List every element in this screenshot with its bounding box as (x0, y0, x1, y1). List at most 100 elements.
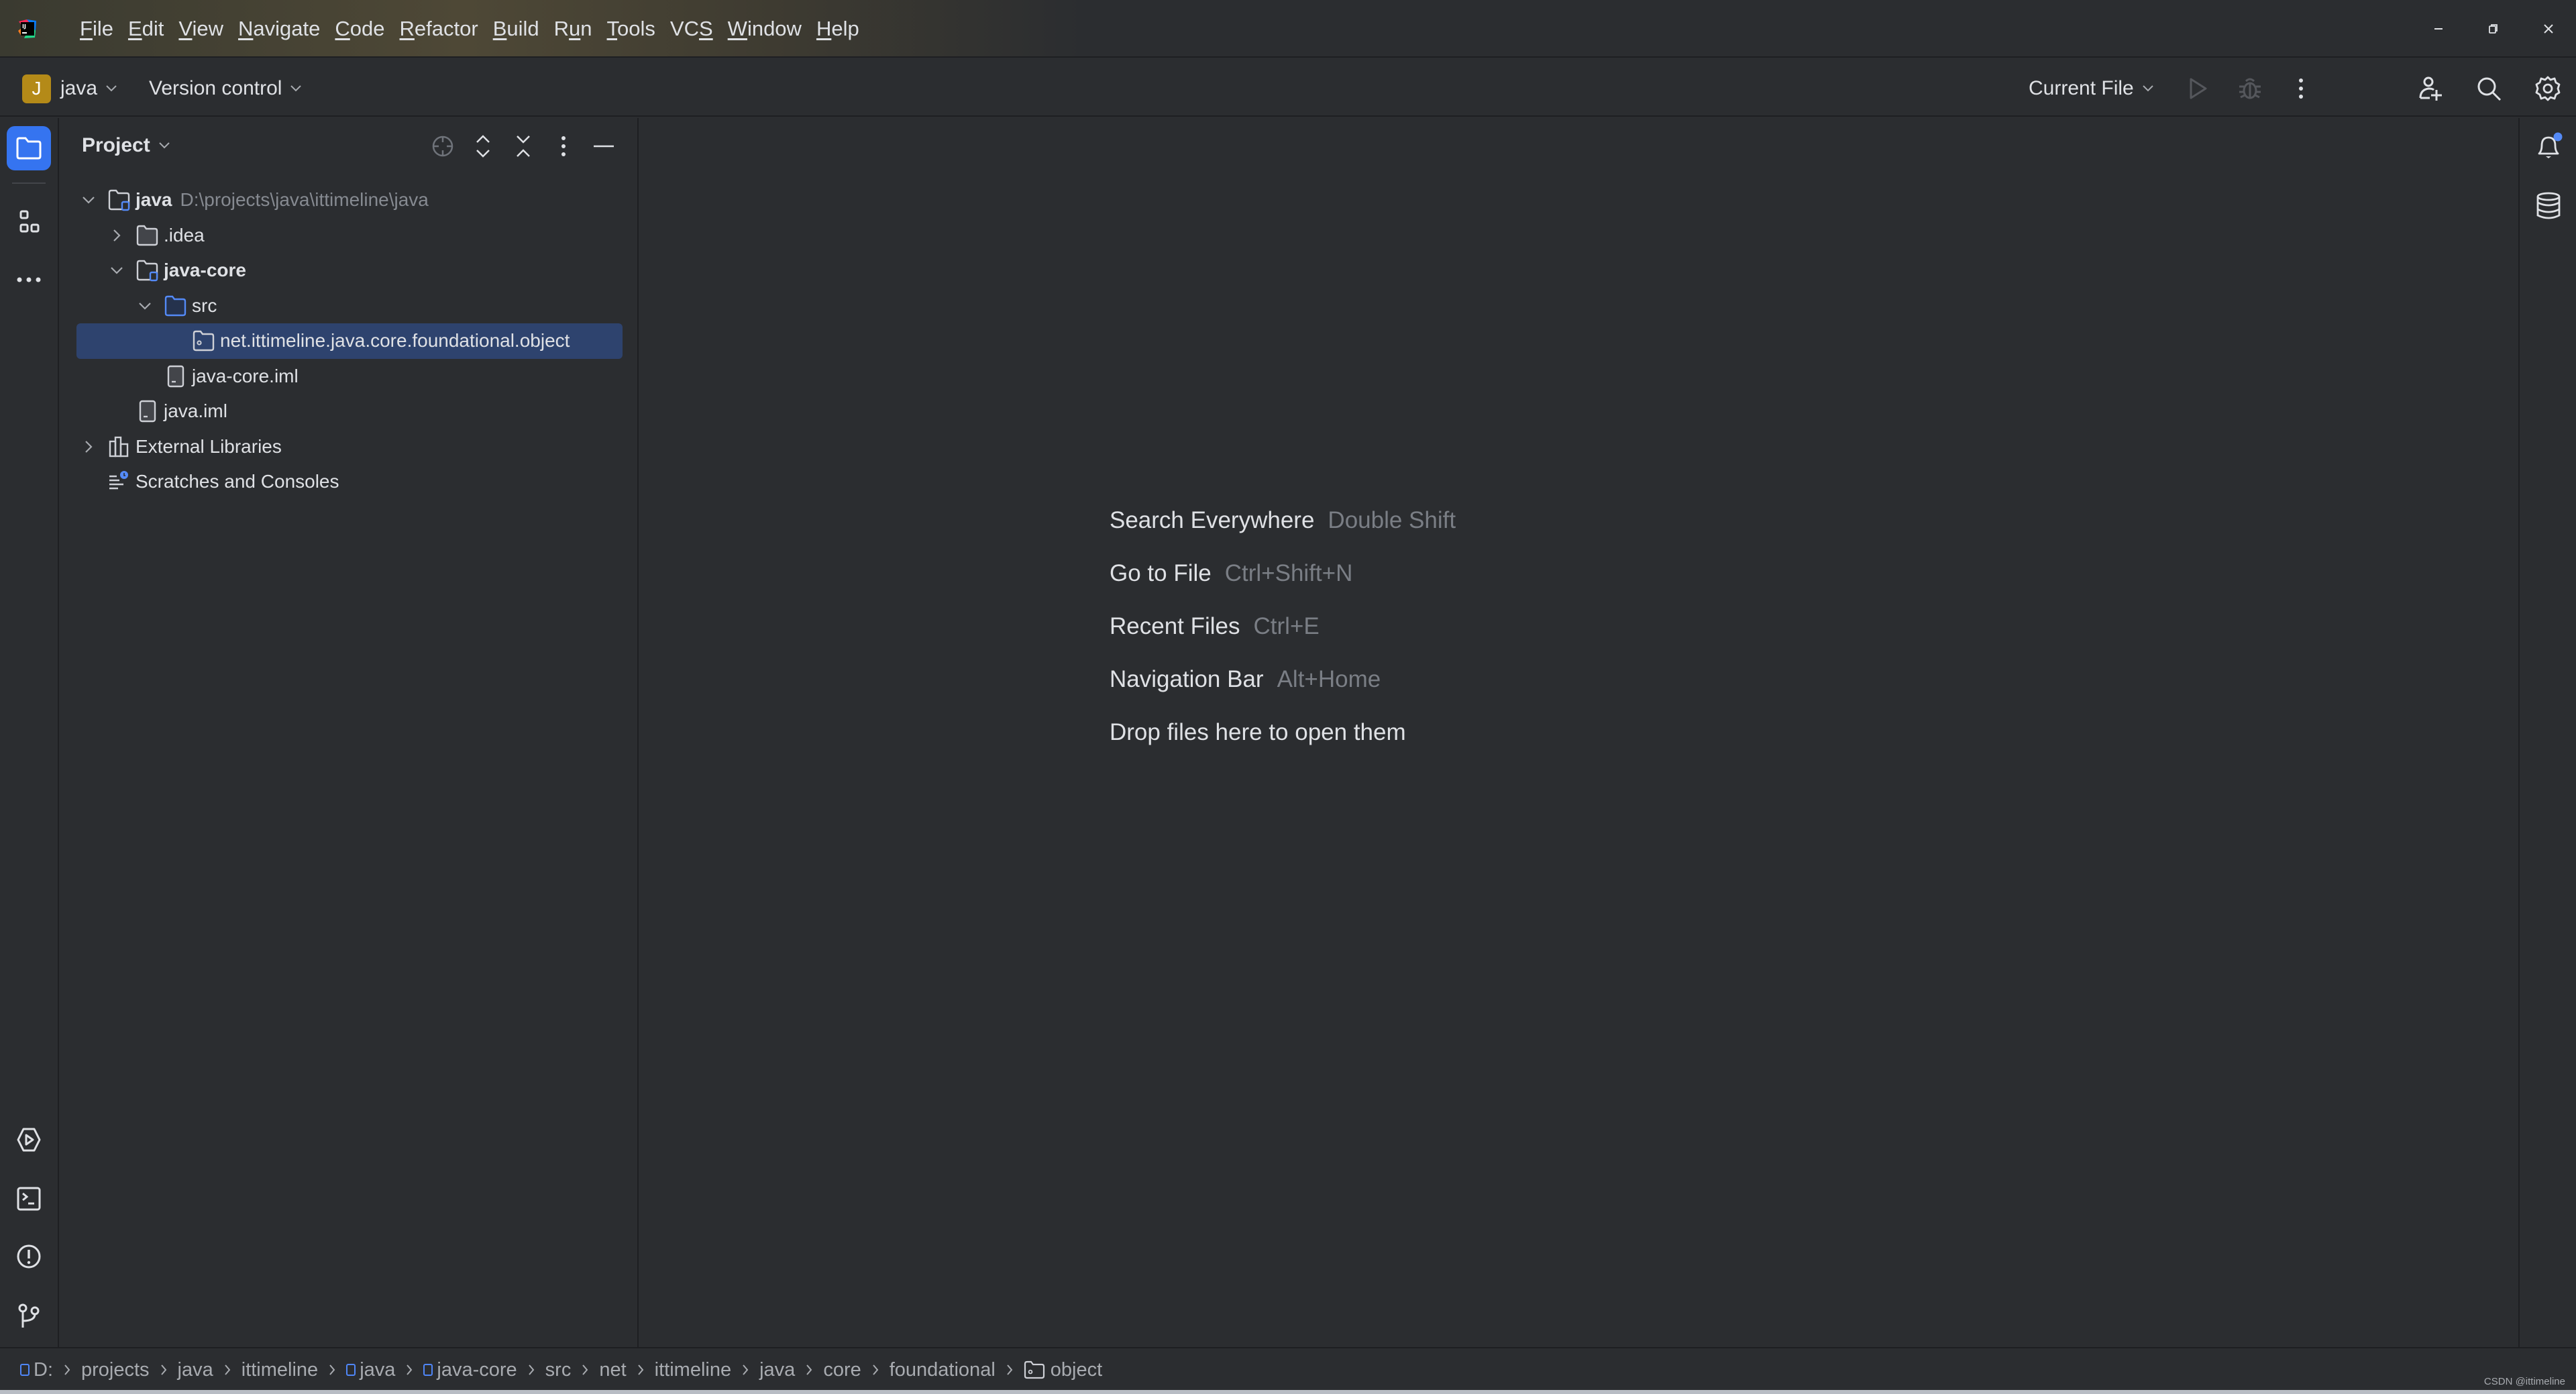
git-tool-button[interactable] (7, 1293, 51, 1338)
expand-all-button[interactable] (470, 133, 496, 160)
breadcrumb-item[interactable]: java (759, 1359, 795, 1381)
tree-item[interactable]: External Libraries (60, 429, 639, 465)
more-tools-button[interactable] (7, 258, 51, 302)
left-tool-strip (0, 118, 59, 1347)
menu-window[interactable]: Window (720, 17, 809, 41)
more-horizontal-icon (17, 277, 41, 282)
services-tool-button[interactable] (7, 1118, 51, 1162)
project-switcher[interactable]: J java (22, 74, 117, 103)
run-button[interactable] (2184, 75, 2211, 102)
collapse-all-button[interactable] (510, 133, 537, 160)
scratches-icon (107, 470, 131, 494)
tree-item-label: src (192, 294, 217, 316)
breadcrumb-label: foundational (889, 1358, 996, 1381)
menu-run[interactable]: Run (547, 17, 600, 41)
menu-tools[interactable]: Tools (600, 17, 663, 41)
editor-area[interactable]: Search Everywhere Double Shift Go to File C… (640, 118, 2518, 1347)
editor-hint: Drop files here to open them (1110, 706, 1456, 759)
search-everywhere-button[interactable] (2475, 75, 2502, 102)
status-bar: D: projects java ittimeline java java-core src… (0, 1347, 2576, 1390)
debug-button[interactable] (2237, 75, 2263, 102)
notifications-button[interactable] (2526, 125, 2571, 169)
problems-tool-button[interactable] (7, 1234, 51, 1279)
chevron-right-icon[interactable] (109, 227, 125, 244)
tree-item[interactable]: java-core (60, 253, 639, 288)
menu-view[interactable]: View (171, 17, 231, 41)
project-tree: java D:\projects\java\ittimeline\java .ide… (60, 182, 639, 500)
breadcrumb-label: java (360, 1358, 396, 1381)
breadcrumb-item[interactable]: projects (81, 1359, 150, 1381)
chevron-down-icon[interactable] (80, 192, 97, 208)
editor-hint: Navigation Bar Alt+Home (1110, 653, 1456, 706)
project-view-selector[interactable]: Project (82, 134, 170, 157)
tree-item[interactable]: java D:\projects\java\ittimeline\java (60, 182, 639, 218)
tree-item[interactable]: Scratches and Consoles (60, 464, 639, 500)
breadcrumb-item[interactable]: net (599, 1359, 626, 1381)
menu-refactor[interactable]: Refactor (392, 17, 486, 41)
breadcrumb-item[interactable]: java (346, 1359, 395, 1381)
breadcrumb-item[interactable]: ittimeline (241, 1359, 318, 1381)
minimize-button[interactable] (2411, 0, 2466, 58)
editor-hint: Go to File Ctrl+Shift+N (1110, 547, 1456, 600)
project-tool-button[interactable] (7, 126, 51, 170)
structure-tool-button[interactable] (7, 200, 51, 244)
tree-item[interactable]: java-core.iml (60, 359, 639, 394)
breadcrumb-label: src (545, 1358, 572, 1381)
hide-panel-button[interactable] (590, 133, 617, 160)
breadcrumb-item[interactable]: object (1024, 1359, 1102, 1381)
problems-icon (17, 1244, 41, 1269)
breadcrumb-item[interactable]: D: (20, 1359, 53, 1381)
tree-item[interactable]: java.iml (60, 394, 639, 429)
tree-item-label: java (136, 189, 172, 211)
tree-item-label: net.ittimeline.java.core.foundational.ob… (220, 330, 570, 352)
panel-options-button[interactable] (550, 133, 577, 160)
tree-item[interactable]: net.ittimeline.java.core.foundational.ob… (76, 323, 623, 359)
panel-title: Project (82, 134, 150, 156)
restore-button[interactable] (2466, 0, 2521, 58)
chevron-right-icon[interactable] (80, 439, 97, 455)
chevron-right-icon (872, 1364, 879, 1376)
locate-file-button[interactable] (429, 133, 456, 160)
tree-item[interactable]: .idea (60, 218, 639, 254)
tree-item[interactable]: src (60, 288, 639, 324)
folder-icon (16, 137, 42, 160)
database-icon (2536, 192, 2561, 219)
breadcrumb-item[interactable]: java (178, 1359, 213, 1381)
breadcrumb-label: java (177, 1358, 213, 1381)
database-button[interactable] (2526, 184, 2571, 228)
breadcrumb-item[interactable]: java-core (423, 1359, 517, 1381)
close-button[interactable] (2521, 0, 2576, 58)
more-actions-button[interactable] (2288, 75, 2314, 102)
chevron-right-icon (528, 1364, 535, 1376)
menu-file[interactable]: File (72, 17, 121, 41)
breadcrumb-label: java-core (437, 1358, 517, 1381)
breadcrumb-item[interactable]: ittimeline (655, 1359, 731, 1381)
breadcrumb-item[interactable]: src (545, 1359, 572, 1381)
menu-help[interactable]: Help (809, 17, 867, 41)
breadcrumb-item[interactable]: core (823, 1359, 861, 1381)
menu-code[interactable]: Code (327, 17, 392, 41)
code-with-me-button[interactable] (2418, 75, 2445, 102)
menu-edit[interactable]: Edit (121, 17, 171, 41)
version-control-widget[interactable]: Version control (149, 74, 302, 103)
run-config-label: Current File (2029, 77, 2134, 99)
chevron-right-icon (406, 1364, 413, 1376)
tree-item-label: java-core.iml (192, 365, 299, 386)
terminal-tool-button[interactable] (7, 1177, 51, 1221)
breadcrumb-label: ittimeline (241, 1358, 319, 1381)
menu-vcs[interactable]: VCS (663, 17, 720, 41)
breadcrumb-item[interactable]: foundational (890, 1359, 996, 1381)
settings-button[interactable] (2534, 75, 2561, 102)
source-folder-icon (164, 294, 188, 318)
iml-file-icon (164, 364, 188, 388)
chevron-down-icon[interactable] (137, 298, 153, 314)
menu-navigate[interactable]: Navigate (231, 17, 327, 41)
package-icon (192, 329, 216, 353)
chevron-down-icon[interactable] (109, 262, 125, 278)
hint-action: Search Everywhere (1110, 506, 1315, 533)
menu-build[interactable]: Build (486, 17, 547, 41)
add-user-icon (2419, 76, 2442, 101)
run-configuration-selector[interactable]: Current File (2029, 74, 2154, 103)
tree-item-label: java.iml (164, 400, 227, 422)
project-panel: Project java D:\projects\java\ittimeline\… (60, 118, 639, 1347)
